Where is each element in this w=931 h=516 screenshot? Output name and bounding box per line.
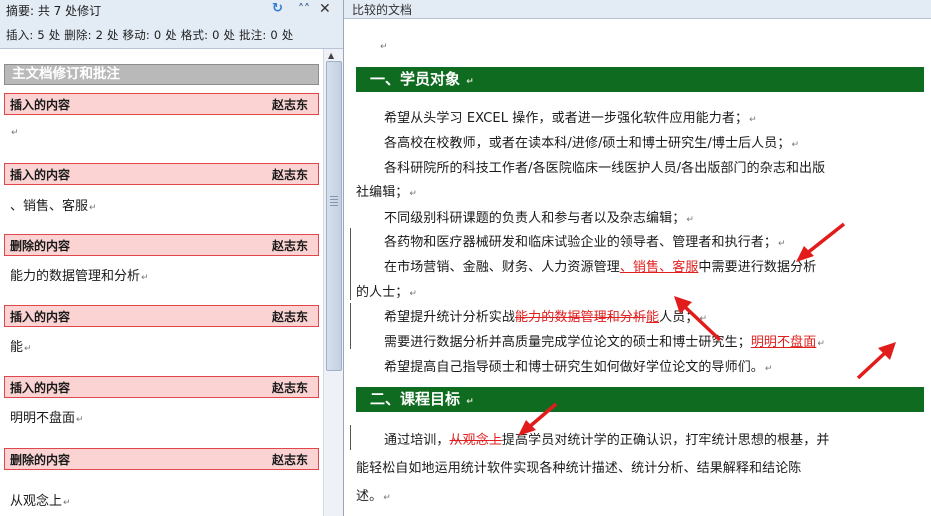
revision-text[interactable]: 能↵ [10, 336, 32, 355]
paragraph-mark-icon: ↵ [141, 273, 149, 283]
revision-header[interactable]: 插入的内容 赵志东 [4, 163, 319, 185]
revision-header[interactable]: 插入的内容 赵志东 [4, 305, 319, 327]
vertical-scrollbar[interactable]: ▲ [323, 49, 343, 516]
revision-author: 赵志东 [271, 239, 308, 253]
doc-paragraph-cont[interactable]: 能轻松自如地运用统计软件实现各种统计描述、统计分析、结果解释和结论陈 [356, 457, 926, 476]
doc-paragraph[interactable]: 希望从头学习 EXCEL 操作，或者进一步强化软件应用能力者；↵ [356, 107, 931, 126]
paragraph-mark-icon: ↵ [686, 215, 694, 225]
paragraph-mark-icon: ↵ [409, 189, 418, 199]
change-bar [350, 425, 351, 450]
revision-author: 赵志东 [271, 453, 308, 467]
revision-author: 赵志东 [271, 310, 308, 324]
doc-paragraph-cont[interactable]: 社编辑；↵ [356, 181, 926, 200]
inserted-text[interactable]: 能 [646, 310, 659, 325]
section-title: 主文档修订和批注 [4, 64, 319, 85]
paragraph-mark-icon: ↵ [466, 77, 474, 87]
paragraph-mark-icon: ↵ [11, 128, 19, 138]
revision-header[interactable]: 删除的内容 赵志东 [4, 448, 319, 470]
annotation-arrow-icon [518, 402, 558, 436]
deleted-text[interactable]: 能力的数据管理和分析 [515, 310, 646, 325]
annotation-arrow-icon [796, 222, 846, 262]
doc-paragraph[interactable]: 希望提升统计分析实战能力的数据管理和分析能人员；↵ [356, 306, 931, 325]
inserted-text[interactable]: 、销售、客服 [620, 260, 699, 275]
revision-stats: 插入: 5 处 删除: 2 处 移动: 0 处 格式: 0 处 批注: 0 处 [6, 28, 294, 42]
grip-icon [330, 196, 338, 197]
revision-text[interactable]: 明明不盘面↵ [10, 407, 84, 426]
revision-text[interactable]: 、销售、客服↵ [10, 195, 97, 214]
paragraph-mark-icon: ↵ [749, 115, 757, 125]
revision-author: 赵志东 [271, 98, 308, 112]
doc-paragraph-cont[interactable]: 述。↵ [356, 485, 926, 504]
collapse-up-icon[interactable]: ˄˄ [298, 1, 310, 17]
annotation-arrow-icon [856, 342, 896, 380]
revision-text[interactable]: 从观念上↵ [10, 490, 71, 509]
doc-paragraph[interactable]: 需要进行数据分析并高质量完成学位论文的硕士和博士研究生；明明不盘面↵ [356, 331, 931, 350]
paragraph-mark-icon: ↵ [89, 203, 97, 213]
inserted-text[interactable]: 明明不盘面 [751, 335, 817, 350]
doc-paragraph[interactable]: 各高校在校教师，或者在读本科/进修/硕士和博士研究生/博士后人员；↵ [356, 132, 931, 151]
annotation-arrow-icon [674, 296, 722, 342]
section-heading-1[interactable]: 一、学员对象 ↵ [356, 67, 924, 92]
doc-paragraph-cont[interactable]: 的人士；↵ [356, 281, 926, 300]
doc-paragraph[interactable]: 通过培训，从观念上提高学员对统计学的正确认识，打牢统计思想的根基，并 [356, 429, 931, 448]
revision-kind: 插入的内容 [10, 310, 71, 324]
deleted-text[interactable]: 从观念上 [450, 433, 502, 448]
revision-header[interactable]: 插入的内容 赵志东 [4, 376, 319, 398]
review-summary-title: 摘要: 共 7 处修订 [6, 4, 102, 18]
revision-author: 赵志东 [271, 168, 308, 182]
revision-kind: 插入的内容 [10, 381, 71, 395]
document-header: 比较的文档 [344, 0, 931, 19]
change-bar [350, 303, 351, 349]
revision-kind: 插入的内容 [10, 168, 71, 182]
compared-document: 比较的文档 ↵ 一、学员对象 ↵ 希望从头学习 EXCEL 操作，或者进一步强化… [344, 0, 931, 516]
close-icon[interactable]: ✕ [319, 1, 331, 17]
revision-text[interactable]: ↵ [10, 124, 19, 139]
refresh-icon[interactable]: ↻ [272, 1, 283, 17]
document-title: 比较的文档 [352, 3, 413, 17]
revision-author: 赵志东 [271, 381, 308, 395]
paragraph-mark-icon: ↵ [817, 339, 825, 349]
paragraph-mark-icon: ↵ [778, 239, 786, 249]
scroll-up-arrow-icon[interactable]: ▲ [328, 51, 334, 60]
review-pane-header: 摘要: 共 7 处修订 ↻ ˄˄ ✕ 插入: 5 处 删除: 2 处 移动: 0… [0, 0, 343, 49]
revision-kind: 插入的内容 [10, 98, 71, 112]
revision-header[interactable]: 插入的内容 赵志东 [4, 93, 319, 115]
paragraph-mark-icon: ↵ [466, 397, 474, 407]
scrollbar-thumb[interactable] [326, 61, 342, 371]
paragraph-mark-icon: ↵ [63, 498, 71, 508]
section-heading-2[interactable]: 二、课程目标 ↵ [356, 387, 924, 412]
paragraph-mark-icon: ↵ [791, 140, 800, 150]
paragraph-mark-icon: ↵ [76, 415, 84, 425]
revision-kind: 删除的内容 [10, 239, 71, 253]
paragraph-mark-icon: ↵ [380, 42, 388, 52]
revision-kind: 删除的内容 [10, 453, 71, 467]
doc-paragraph[interactable]: 各科研院所的科技工作者/各医院临床一线医护人员/各出版部门的杂志和出版 [356, 157, 931, 176]
revision-header[interactable]: 删除的内容 赵志东 [4, 234, 319, 256]
change-bar [350, 228, 351, 300]
paragraph-mark-icon: ↵ [24, 344, 32, 354]
paragraph-mark-icon: ↵ [409, 289, 418, 299]
review-pane: 摘要: 共 7 处修订 ↻ ˄˄ ✕ 插入: 5 处 删除: 2 处 移动: 0… [0, 0, 344, 516]
doc-paragraph[interactable]: 希望提高自己指导硕士和博士研究生如何做好学位论文的导师们。↵ [356, 356, 931, 375]
revision-text[interactable]: 能力的数据管理和分析↵ [10, 265, 149, 284]
paragraph-mark-icon: ↵ [383, 493, 391, 503]
paragraph-mark-icon: ↵ [764, 364, 773, 374]
